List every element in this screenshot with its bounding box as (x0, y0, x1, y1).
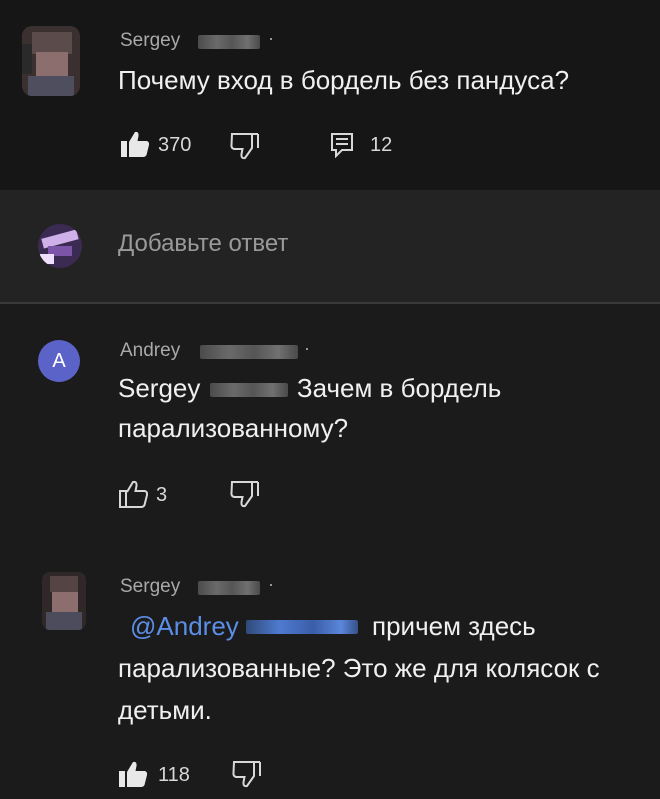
like-count: 118 (158, 764, 190, 786)
dislike-icon[interactable] (230, 480, 260, 508)
current-user-avatar (38, 224, 82, 268)
reply-username[interactable]: Sergey (120, 576, 180, 598)
sergey-avatar[interactable] (22, 26, 80, 96)
sergey-avatar[interactable] (42, 572, 86, 630)
like-count: 370 (158, 134, 192, 156)
reply-text-line2: парализованному? (118, 413, 349, 443)
redacted-name (198, 35, 260, 49)
reply-text: Sergey Зачем в бордель (118, 368, 638, 408)
add-reply-row[interactable]: Добавьте ответ (0, 190, 660, 304)
avatar-letter: A (52, 349, 66, 372)
reply-text-line1: причем здесь (372, 611, 536, 641)
reply-mention[interactable]: @Andrey (130, 611, 239, 641)
reply-username[interactable]: Andrey (120, 340, 180, 362)
comment-username[interactable]: Sergey (120, 30, 180, 52)
comment-text: Почему вход в бордель без пандуса? (118, 65, 570, 95)
reply-icon[interactable] (330, 132, 354, 158)
add-reply-input[interactable]: Добавьте ответ (118, 230, 288, 258)
separator-dot: · (304, 338, 310, 358)
reply-count[interactable]: 12 (370, 134, 392, 157)
replies-list: A Andrey · Sergey Зачем в бордель парали… (0, 304, 660, 799)
reply-text-line2: парализованные? Это же для колясок с (118, 653, 600, 683)
redacted-name (209, 383, 288, 398)
separator-dot: · (268, 28, 274, 48)
separator-dot: · (268, 574, 274, 594)
andrey-avatar[interactable]: A (38, 340, 80, 382)
like-icon[interactable] (118, 760, 148, 788)
dislike-icon[interactable] (232, 760, 262, 788)
like-icon[interactable] (118, 480, 148, 508)
redacted-name (198, 581, 260, 595)
reply-text-line1: Зачем в бордель (296, 373, 502, 403)
like-icon[interactable] (120, 130, 150, 158)
top-comment: Sergey · Почему вход в бордель без панду… (0, 0, 660, 190)
redacted-name (200, 345, 298, 359)
reply-mention[interactable]: Sergey (118, 373, 200, 403)
like-count: 3 (156, 484, 168, 506)
dislike-icon[interactable] (230, 132, 260, 160)
reply-text-line3: детьми. (118, 695, 212, 725)
redacted-mention (246, 620, 358, 634)
